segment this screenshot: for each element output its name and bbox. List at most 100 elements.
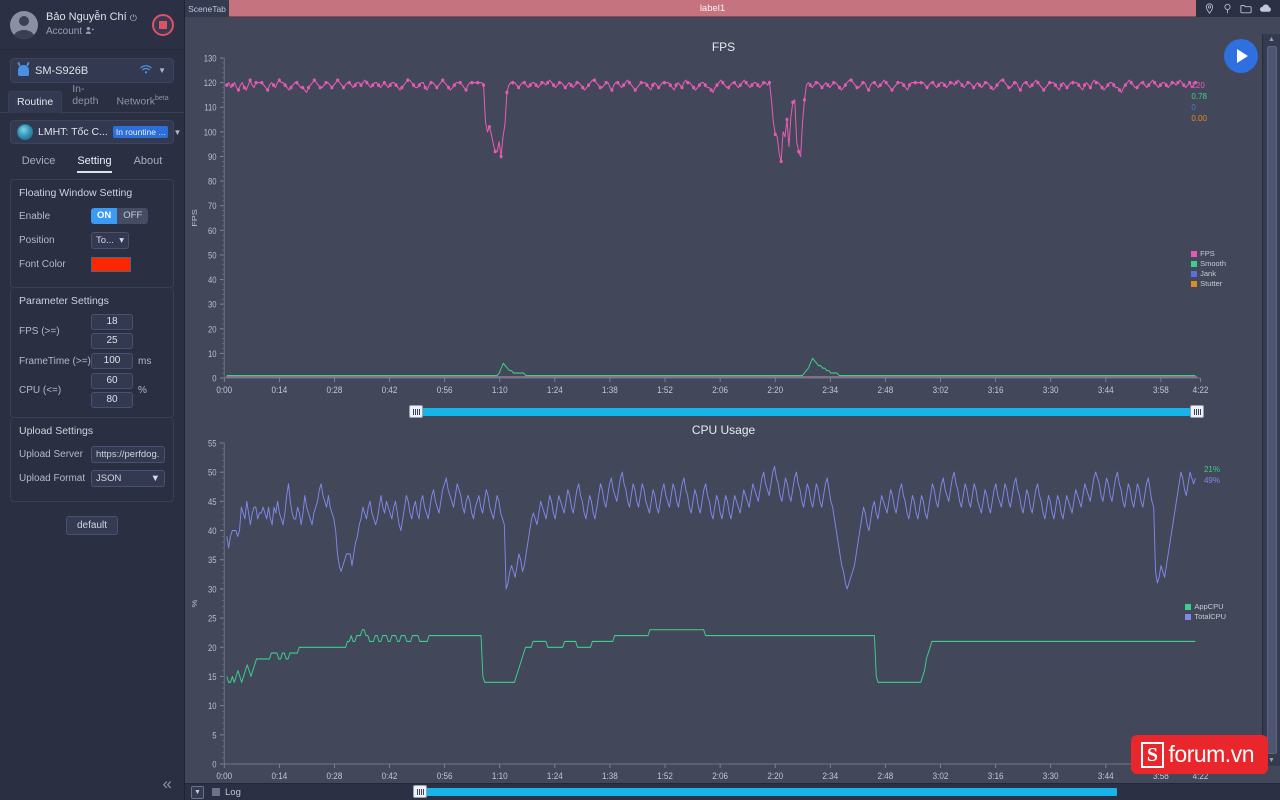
stutter-value: 0.00 [1191, 114, 1207, 123]
fps-value: 120 [1191, 81, 1205, 90]
enable-toggle[interactable]: ON OFF [91, 208, 149, 224]
legend-item: FPS [1191, 249, 1226, 259]
cpu-unit: % [138, 385, 147, 396]
cpu-current-values: 21% 49% [1204, 464, 1220, 486]
svg-text:2:20: 2:20 [767, 770, 783, 781]
svg-text:60: 60 [208, 225, 217, 236]
upload-server-input[interactable]: https://perfdog. [91, 445, 165, 463]
svg-text:0:28: 0:28 [327, 384, 343, 395]
scene-label-marker[interactable]: label1 [229, 0, 1196, 17]
cpu-timeline-grip-left[interactable] [413, 785, 427, 798]
svg-text:1:52: 1:52 [657, 384, 673, 395]
font-color-row: Font Color [19, 254, 165, 274]
scroll-thumb[interactable] [1266, 46, 1277, 754]
cpu-timeline-scrollbar[interactable] [185, 785, 1262, 798]
game-selector[interactable]: LMHT: Tốc C... In rountine ... ▼ [10, 120, 181, 144]
scene-bar: SceneTab label1 [185, 0, 1280, 17]
collapse-sidebar-icon[interactable]: « [163, 775, 172, 792]
tab-network[interactable]: Networkbeta [108, 91, 176, 113]
legend-item: AppCPU [1185, 602, 1226, 612]
svg-text:1:38: 1:38 [602, 384, 618, 395]
floating-window-title: Floating Window Setting [19, 187, 133, 199]
scroll-up-icon[interactable]: ▲ [1268, 34, 1275, 45]
legend-label: AppCPU [1194, 602, 1224, 611]
fps-input-1[interactable]: 18 [91, 314, 133, 330]
main-tabs: Routine In-depth Networkbeta [0, 83, 184, 113]
svg-text:2:48: 2:48 [878, 770, 894, 781]
folder-icon[interactable] [1240, 3, 1252, 14]
svg-text:2:06: 2:06 [712, 384, 728, 395]
svg-text:80: 80 [208, 176, 217, 187]
power-icon[interactable]: ⏻ [130, 12, 137, 24]
legend-swatch [1191, 261, 1198, 267]
tab-about[interactable]: About [134, 155, 163, 173]
cpu-chart: CPU Usage 0 5 10 15 20 25 30 35 40 45 50 55% 0:00 0:1… [185, 417, 1262, 800]
main-vertical-scrollbar[interactable]: ▲ ▼ [1262, 34, 1280, 766]
sub-tabs: Device Setting About [0, 149, 184, 173]
chevron-down-icon[interactable]: ▼ [158, 66, 166, 75]
tab-setting[interactable]: Setting [77, 155, 112, 173]
svg-text:50: 50 [208, 250, 217, 261]
svg-text:130: 130 [204, 53, 217, 64]
svg-text:0:42: 0:42 [382, 770, 398, 781]
scene-tab-button[interactable]: SceneTab [185, 0, 229, 17]
font-color-swatch[interactable] [91, 256, 131, 272]
game-name: LMHT: Tốc C... [38, 126, 108, 138]
perfdog-app: Bảo Nguyễn Chí ⏻ Account SM-S926B ▼ Rout… [0, 0, 1280, 800]
location-icon[interactable] [1204, 3, 1215, 14]
default-button[interactable]: default [66, 516, 118, 535]
svg-text:55: 55 [208, 438, 217, 449]
play-button[interactable] [1224, 39, 1258, 73]
tab-routine[interactable]: Routine [8, 91, 63, 113]
upload-format-select[interactable]: JSON ▼ [91, 469, 165, 487]
svg-text:0: 0 [212, 759, 217, 770]
legend-label: Jank [1200, 269, 1216, 278]
svg-text:110: 110 [204, 102, 217, 113]
account-sub-row[interactable]: Account [46, 25, 152, 39]
frametime-input[interactable]: 100 [91, 353, 133, 369]
tab-in-depth[interactable]: In-depth [64, 79, 106, 112]
cloud-icon[interactable] [1259, 3, 1272, 14]
people-icon[interactable] [85, 26, 95, 38]
parameter-settings-title: Parameter Settings [19, 295, 109, 307]
svg-text:35: 35 [208, 555, 217, 566]
upload-format-row: Upload Format JSON ▼ [19, 468, 165, 488]
chevron-down-icon[interactable]: ▼ [173, 128, 181, 137]
settings-panel: Floating Window Setting Enable ON OFF Po… [0, 173, 184, 800]
fps-timeline-scrollbar[interactable] [185, 405, 1262, 418]
svg-text:3:16: 3:16 [988, 384, 1004, 395]
svg-text:2:34: 2:34 [822, 770, 838, 781]
tab-device[interactable]: Device [22, 155, 56, 173]
position-select[interactable]: To... ▾ [91, 231, 129, 249]
record-stop-button[interactable] [152, 13, 174, 36]
svg-text:3:30: 3:30 [1043, 384, 1059, 395]
charts-container: FPS 0 10 20 30 40 50 60 70 80 90 100 110 120 130 FPS 0:… [185, 17, 1280, 798]
toggle-on[interactable]: ON [91, 208, 118, 224]
upload-format-label: Upload Format [19, 472, 86, 484]
watermark-mark: S [1140, 741, 1164, 768]
cpu-input-2[interactable]: 80 [91, 392, 133, 408]
fps-input-2[interactable]: 25 [91, 333, 133, 349]
svg-text:45: 45 [208, 496, 217, 507]
toggle-off[interactable]: OFF [117, 208, 149, 224]
frametime-unit: ms [138, 355, 152, 367]
svg-text:10: 10 [208, 701, 217, 712]
svg-text:1:10: 1:10 [492, 384, 508, 395]
fps-inputs: 18 25 [91, 314, 133, 349]
cpu-timeline-track[interactable] [419, 788, 1117, 796]
fps-row: FPS (>=) 18 25 [19, 314, 165, 349]
svg-text:0:14: 0:14 [271, 384, 287, 395]
font-color-label: Font Color [19, 258, 66, 270]
svg-text:3:02: 3:02 [933, 384, 949, 395]
cpu-input-1[interactable]: 60 [91, 373, 133, 389]
avatar[interactable] [10, 10, 38, 39]
account-text: Bảo Nguyễn Chí ⏻ Account [46, 10, 152, 38]
svg-text:3:44: 3:44 [1098, 770, 1114, 781]
svg-text:4:22: 4:22 [1193, 384, 1209, 395]
fps-timeline-track[interactable] [415, 408, 1190, 416]
svg-text:0: 0 [212, 373, 217, 384]
pin-icon[interactable] [1222, 3, 1233, 14]
scroll-down-icon[interactable]: ▼ [1268, 755, 1275, 766]
smooth-value: 0.78 [1191, 92, 1207, 101]
legend-swatch [1191, 271, 1198, 277]
